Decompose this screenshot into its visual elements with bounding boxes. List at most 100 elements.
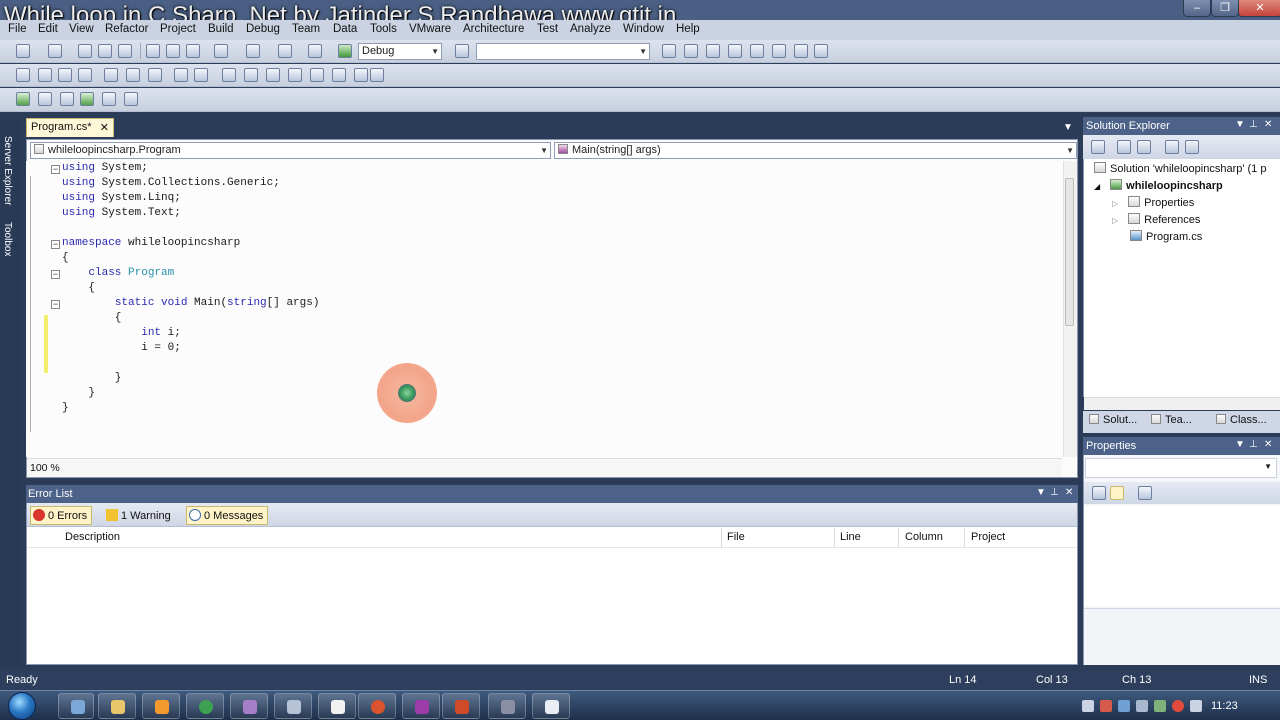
view-code-icon[interactable] <box>1165 140 1179 154</box>
indent-icon[interactable] <box>126 68 140 82</box>
tray-blocked-icon[interactable] <box>1172 700 1184 712</box>
maximize-button[interactable]: ❐ <box>1211 0 1239 17</box>
next-bookmark-icon[interactable] <box>266 68 280 82</box>
references-node[interactable]: ▷ References <box>1112 213 1200 226</box>
editor-horizontal-scrollbar[interactable] <box>27 458 1062 477</box>
paste-icon[interactable] <box>186 44 200 58</box>
tray-battery-icon[interactable] <box>1154 700 1166 712</box>
member-navigation-combo[interactable]: Main(string[] args) ▼ <box>554 142 1077 159</box>
properties-window-icon[interactable] <box>684 44 698 58</box>
word-completion-icon[interactable] <box>58 68 72 82</box>
decrease-indent-icon[interactable] <box>148 68 162 82</box>
alphabetical-sort-icon[interactable] <box>1110 486 1124 500</box>
bookmark-icon[interactable] <box>222 68 236 82</box>
taskbar-firefox-button[interactable] <box>358 693 396 719</box>
menu-debug[interactable]: Debug <box>246 23 280 35</box>
clear-bookmarks-icon[interactable] <box>370 68 384 82</box>
close-tab-icon[interactable]: ✕ <box>100 121 109 134</box>
hex-display-icon[interactable] <box>124 92 138 106</box>
toolbar-options-icon[interactable] <box>814 44 828 58</box>
window-position-icon[interactable]: ▼ <box>1235 439 1245 450</box>
menu-help[interactable]: Help <box>676 23 700 35</box>
property-grid[interactable] <box>1084 506 1280 606</box>
quick-info-icon[interactable] <box>16 68 30 82</box>
previous-bookmark-icon[interactable] <box>244 68 258 82</box>
taskbar-clock[interactable]: 11:23 <box>1211 700 1238 712</box>
project-node[interactable]: ◢ whileloopincsharp <box>1094 179 1223 192</box>
outdent-icon[interactable] <box>104 68 118 82</box>
previous-bookmark-folder-icon[interactable] <box>288 68 302 82</box>
expand-arrow-icon[interactable]: ▷ <box>1112 199 1118 208</box>
collapse-outline-icon[interactable]: − <box>51 300 60 309</box>
properties-node[interactable]: ▷ Properties <box>1112 196 1194 209</box>
warnings-filter-button[interactable]: 1 Warning <box>103 506 176 525</box>
tray-network-icon[interactable] <box>1082 700 1094 712</box>
step-over-icon[interactable] <box>38 92 52 106</box>
refresh-icon[interactable] <box>1137 140 1151 154</box>
tab-solution-explorer[interactable]: Solut... <box>1089 414 1137 426</box>
window-position-icon[interactable]: ▼ <box>1036 487 1046 498</box>
class-diagram-icon[interactable] <box>1185 140 1199 154</box>
column-description[interactable]: Description <box>65 531 120 543</box>
command-window-icon[interactable] <box>794 44 808 58</box>
menu-window[interactable]: Window <box>623 23 664 35</box>
extension-manager-icon[interactable] <box>772 44 786 58</box>
close-button[interactable]: ✕ <box>1238 0 1280 17</box>
column-divider[interactable] <box>834 528 835 548</box>
find-combo[interactable]: ▼ <box>476 43 650 60</box>
close-panel-icon[interactable]: ✕ <box>1264 439 1272 450</box>
font-size-icon[interactable] <box>78 68 92 82</box>
server-explorer-tab[interactable]: Server Explorer <box>2 136 13 205</box>
column-column[interactable]: Column <box>905 531 943 543</box>
taskbar-window-button[interactable] <box>532 693 570 719</box>
save-icon[interactable] <box>98 44 112 58</box>
menu-analyze[interactable]: Analyze <box>570 23 611 35</box>
menu-view[interactable]: View <box>69 23 94 35</box>
property-pages-icon[interactable] <box>1138 486 1152 500</box>
open-folder-icon[interactable] <box>78 44 92 58</box>
window-position-icon[interactable]: ▼ <box>1235 119 1245 130</box>
taskbar-powerpoint-button[interactable] <box>442 693 480 719</box>
breakpoint-icon[interactable] <box>102 92 116 106</box>
tray-monitor-icon[interactable] <box>1136 700 1148 712</box>
close-panel-icon[interactable]: ✕ <box>1264 119 1272 130</box>
solution-explorer-icon[interactable] <box>662 44 676 58</box>
class-navigation-combo[interactable]: whileloopincsharp.Program ▼ <box>30 142 551 159</box>
object-browser-icon[interactable] <box>706 44 720 58</box>
step-into-icon[interactable] <box>16 92 30 106</box>
menu-team[interactable]: Team <box>292 23 320 35</box>
uncomment-icon[interactable] <box>194 68 208 82</box>
zoom-level[interactable]: 100 % <box>30 462 60 474</box>
copy-icon[interactable] <box>166 44 180 58</box>
column-file[interactable]: File <box>727 531 745 543</box>
menu-architecture[interactable]: Architecture <box>463 23 524 35</box>
column-project[interactable]: Project <box>971 531 1005 543</box>
taskbar-recorder-button[interactable] <box>488 693 526 719</box>
tray-flag-icon[interactable] <box>1118 700 1130 712</box>
column-divider[interactable] <box>964 528 965 548</box>
close-panel-icon[interactable]: ✕ <box>1065 487 1073 498</box>
column-divider[interactable] <box>898 528 899 548</box>
show-all-files-icon[interactable] <box>1117 140 1131 154</box>
menu-edit[interactable]: Edit <box>38 23 58 35</box>
step-out-icon[interactable] <box>60 92 74 106</box>
taskbar-tool-button[interactable] <box>274 693 312 719</box>
save-all-icon[interactable] <box>118 44 132 58</box>
find-in-files-icon[interactable] <box>455 44 469 58</box>
taskbar-vs-button[interactable] <box>230 693 268 719</box>
tab-team-explorer[interactable]: Tea... <box>1151 414 1192 426</box>
messages-filter-button[interactable]: 0 Messages <box>186 506 269 525</box>
categorized-icon[interactable] <box>1092 486 1106 500</box>
toolbox-tab[interactable]: Toolbox <box>2 222 13 256</box>
solution-horizontal-scrollbar[interactable] <box>1084 397 1280 410</box>
collapse-outline-icon[interactable]: − <box>51 240 60 249</box>
menu-tools[interactable]: Tools <box>370 23 397 35</box>
taskbar-folder-button[interactable] <box>98 693 136 719</box>
next-bookmark-folder-icon[interactable] <box>310 68 324 82</box>
navigate-forward-icon[interactable] <box>308 44 322 58</box>
auto-hide-pin-icon[interactable]: ⊥ <box>1249 439 1258 450</box>
parameter-info-icon[interactable] <box>38 68 52 82</box>
menu-project[interactable]: Project <box>160 23 196 35</box>
taskbar-explorer-button[interactable] <box>58 693 94 719</box>
properties-object-combo[interactable]: ▼ <box>1085 458 1277 478</box>
